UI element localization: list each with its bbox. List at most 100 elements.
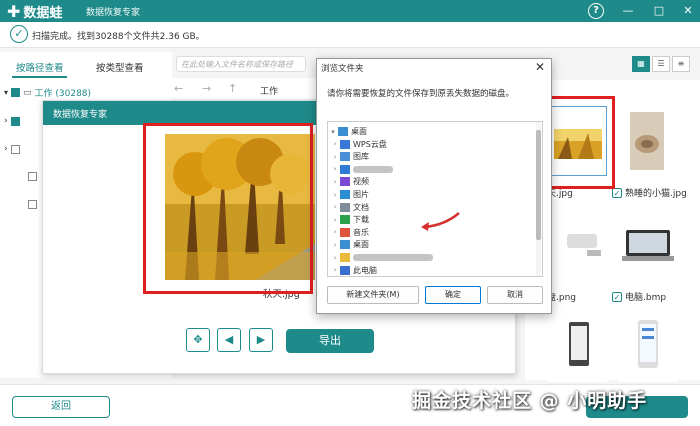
tree-item[interactable]	[28, 172, 37, 181]
thumbnail-phone[interactable]	[618, 312, 678, 382]
chevron-right-icon[interactable]: ›	[4, 144, 8, 154]
dialog-title: 浏览文件夹	[321, 64, 364, 74]
ok-button[interactable]: 确定	[425, 286, 481, 304]
check-circle-icon: ✓	[10, 25, 28, 43]
dialog-tree-item-label: 桌面	[351, 127, 367, 136]
thumbnail-autumn[interactable]	[547, 106, 607, 176]
forward-arrow-icon[interactable]: →	[202, 82, 211, 95]
chevron-right-icon[interactable]: ›	[330, 228, 340, 236]
folder-icon	[340, 253, 350, 262]
blurred-label	[353, 165, 393, 173]
folder-browser-tree[interactable]: ▾ 桌面 › WPS云盘 › 图库 › › 视频 › 图片 › 文档 › 下载 › 音乐 › 桌面 › › 此电脑	[327, 121, 543, 277]
scan-status-text: 扫描完成。找到30288个文件共2.36 GB。	[32, 32, 205, 42]
close-button[interactable]: ✕	[680, 3, 696, 19]
scrollbar-thumb[interactable]	[536, 130, 541, 240]
view-tabs: 按路径查看 按类型查看	[0, 52, 172, 78]
folder-icon	[340, 152, 350, 162]
folder-icon	[338, 127, 348, 136]
tree-checkbox[interactable]	[10, 116, 20, 126]
minimize-button[interactable]: —	[620, 3, 636, 19]
logo-plus-icon: ✚	[7, 1, 21, 21]
chevron-right-icon[interactable]: ›	[330, 203, 340, 211]
curved-arrow-icon	[421, 212, 460, 231]
chevron-right-icon[interactable]: ›	[4, 116, 8, 126]
dialog-tree-item[interactable]: ›	[328, 163, 533, 176]
back-button[interactable]: 返回	[12, 396, 110, 418]
folder-icon	[340, 240, 350, 250]
folder-icon	[340, 202, 350, 212]
dialog-tree-item[interactable]: › 视频	[328, 175, 533, 188]
maximize-button[interactable]: □	[651, 3, 667, 19]
dialog-tree-item[interactable]: ›	[328, 251, 533, 264]
tree-checkbox[interactable]	[10, 144, 20, 154]
thumbnail-usb[interactable]	[547, 210, 607, 280]
autumn-thumbnail-image	[548, 107, 606, 175]
app-name: 数据蛙	[23, 6, 63, 21]
watermark: 掘金技术社区 @ 小明助手	[412, 390, 648, 412]
tree-checkbox[interactable]	[11, 88, 21, 97]
thumbnail-label-row: ✓ 熟睡的小猫.jpg	[612, 186, 687, 199]
tree-item[interactable]: ›	[4, 144, 20, 154]
tree-checkbox[interactable]	[28, 200, 37, 209]
folder-icon	[340, 164, 350, 174]
tab-by-path[interactable]: 按路径查看	[16, 60, 64, 74]
grid-view-icon[interactable]: ▦	[632, 56, 650, 72]
chevron-right-icon[interactable]: ›	[330, 140, 340, 148]
cancel-button[interactable]: 取消	[487, 286, 543, 304]
tab-by-type[interactable]: 按类型查看	[96, 60, 144, 74]
export-button[interactable]: 导出	[286, 329, 374, 353]
next-button[interactable]: ▶	[249, 328, 273, 352]
thumbnail-checkbox[interactable]: ✓	[612, 188, 622, 198]
help-button[interactable]: ?	[588, 3, 604, 19]
usb-thumbnail-image	[567, 234, 601, 256]
dialog-tree-item[interactable]: ▾ 桌面	[328, 125, 533, 138]
thumbnail-computer[interactable]	[618, 210, 678, 280]
back-arrow-icon[interactable]: ←	[174, 82, 183, 95]
chevron-right-icon[interactable]: ›	[330, 153, 340, 161]
chevron-down-icon[interactable]: ▾	[4, 88, 8, 97]
autumn-preview-image	[165, 134, 315, 280]
chevron-down-icon[interactable]: ▾	[328, 128, 338, 136]
folder-icon	[340, 227, 350, 237]
previous-button[interactable]: ◀	[217, 328, 241, 352]
detail-view-icon[interactable]: ≡	[672, 56, 690, 72]
app-subtitle: 数据恢复专家	[86, 8, 141, 18]
dialog-tree-item-label: WPS云盘	[353, 139, 387, 149]
tree-checkbox[interactable]	[28, 172, 37, 181]
dialog-tree-item[interactable]: › 此电脑	[328, 264, 533, 276]
dialog-close-icon[interactable]: ✕	[535, 60, 545, 74]
list-view-icon[interactable]: ☰	[652, 56, 670, 72]
path-nav-bar: ← → ↑ 工作	[172, 78, 318, 100]
scan-status-bar: ✓ 扫描完成。找到30288个文件共2.36 GB。	[0, 22, 700, 48]
dialog-tree-item[interactable]: › WPS云盘	[328, 138, 533, 151]
app-logo: ✚ 数据蛙	[7, 2, 62, 21]
document-thumbnail-image	[569, 322, 589, 366]
dialog-scrollbar[interactable]	[536, 122, 541, 276]
phone-thumbnail-image	[638, 320, 658, 368]
dialog-tree-item[interactable]: › 桌面	[328, 238, 533, 251]
chevron-right-icon[interactable]: ›	[330, 191, 340, 199]
dialog-tree-item-label: 图库	[353, 152, 369, 162]
search-input[interactable]: 在此处输入文件名称或保存路径	[176, 56, 306, 72]
thumbnail-kitten[interactable]	[618, 106, 678, 176]
chevron-right-icon[interactable]: ›	[330, 165, 340, 173]
thumbnail-doc[interactable]	[547, 312, 607, 382]
chevron-right-icon[interactable]: ›	[330, 241, 340, 249]
tree-item[interactable]: ›	[4, 116, 20, 126]
thumbnail-checkbox[interactable]: ✓	[612, 292, 622, 302]
chevron-right-icon[interactable]: ›	[330, 254, 340, 262]
search-placeholder: 在此处输入文件名称或保存路径	[181, 60, 293, 69]
chevron-right-icon[interactable]: ›	[330, 216, 340, 224]
tree-item[interactable]	[28, 200, 37, 209]
dialog-tree-item[interactable]: › 图片	[328, 188, 533, 201]
chevron-right-icon[interactable]: ›	[330, 178, 340, 186]
dialog-tree-item[interactable]: › 图库	[328, 150, 533, 163]
thumbnail-label: 电脑.bmp	[625, 293, 667, 303]
fit-to-window-button[interactable]: ✥	[186, 328, 210, 352]
blurred-label	[353, 254, 433, 261]
new-folder-button[interactable]: 新建文件夹(M)	[327, 286, 419, 304]
tree-item-work[interactable]: ▾ ▭ 工作 (30288)	[4, 86, 91, 100]
chevron-right-icon[interactable]: ›	[330, 266, 340, 274]
dialog-tree-item-label: 桌面	[353, 240, 369, 250]
up-arrow-icon[interactable]: ↑	[228, 82, 237, 95]
